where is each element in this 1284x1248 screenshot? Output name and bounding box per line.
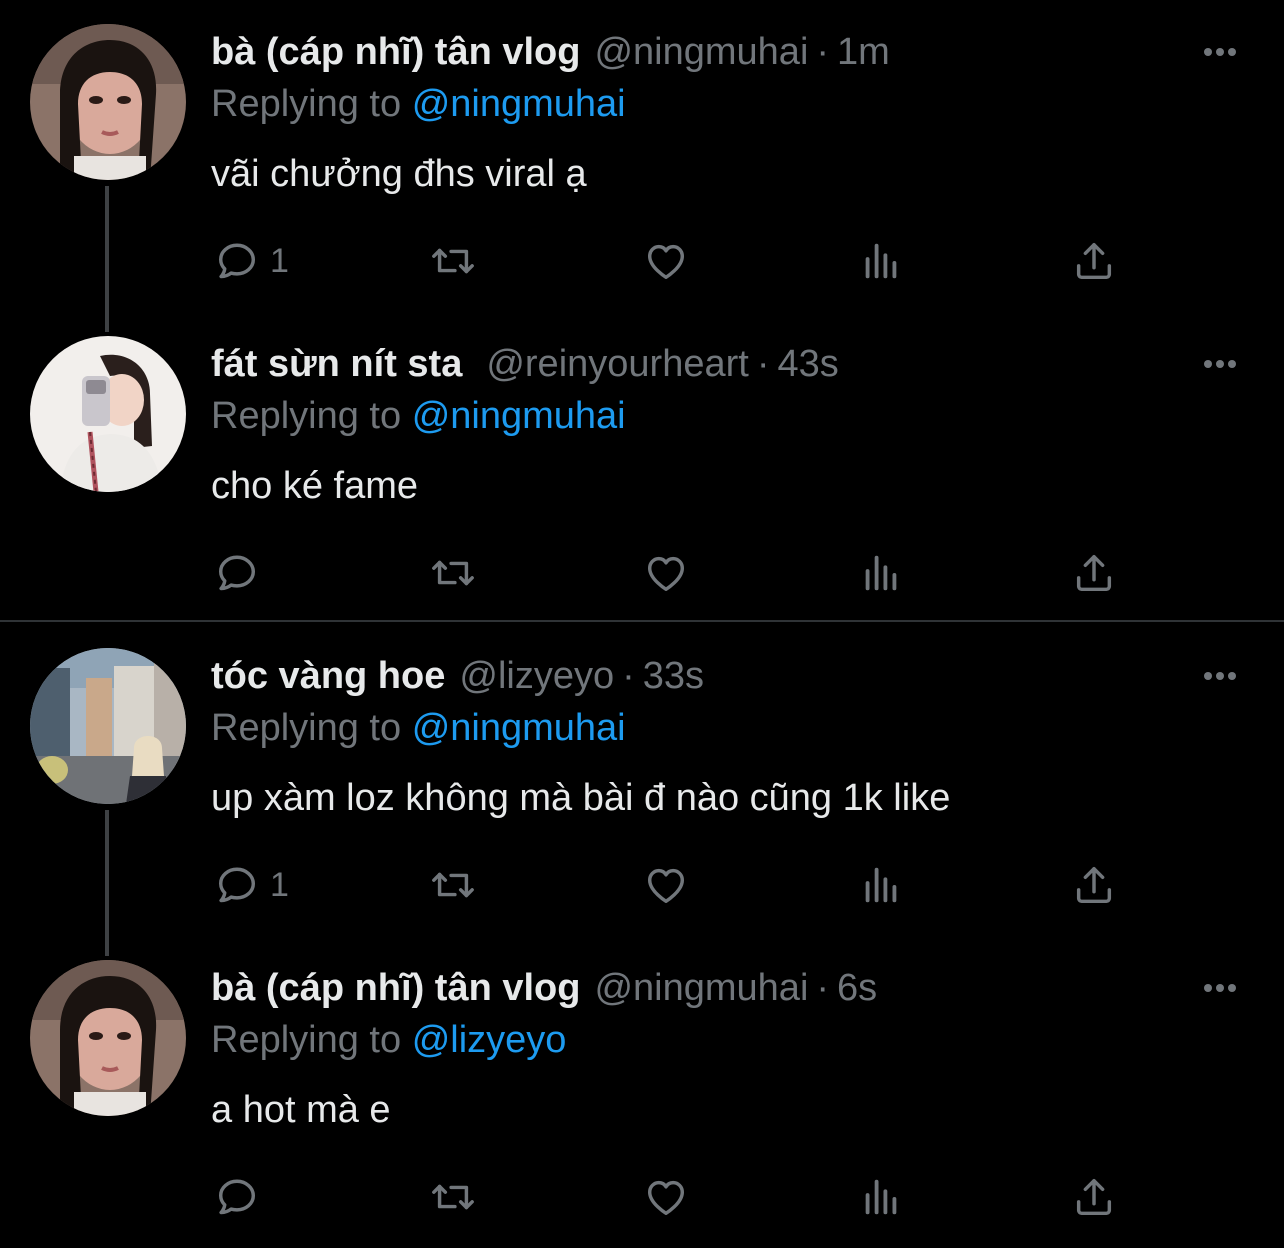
tweet-actions: 1 [0,857,1284,913]
replying-to: Replying to @ningmuhai [211,80,626,128]
share-icon [1071,1174,1117,1220]
replying-to-label: Replying to [211,707,402,749]
reply-button[interactable]: 1 [214,857,289,913]
heart-icon [641,862,691,908]
like-button[interactable] [641,233,691,289]
tweet[interactable]: fát sừn nít sta @reinyourheart · 43s Replyi… [0,312,1284,624]
reply-button[interactable] [214,1169,270,1225]
more-options-button[interactable] [1196,350,1244,378]
tweet-text: vãi chưởng đhs viral ạ [211,153,587,195]
analytics-icon [858,238,904,284]
like-button[interactable] [641,545,691,601]
avatar[interactable] [30,960,186,1116]
display-name[interactable]: tóc vàng hoe [211,655,445,697]
avatar[interactable] [30,648,186,804]
user-handle[interactable]: @lizyeyo [459,655,614,697]
reply-icon [214,238,260,284]
analytics-icon [858,550,904,596]
tweet-text: cho ké fame [211,465,418,507]
more-options-button[interactable] [1196,974,1244,1002]
timestamp[interactable]: 1m [837,31,890,73]
timestamp[interactable]: 43s [777,343,838,385]
retweet-button[interactable] [426,233,480,289]
replying-to-mention[interactable]: @ningmuhai [412,83,626,125]
tweet-text: up xàm loz không mà bài đ nào cũng 1k li… [211,777,951,819]
retweet-icon [426,1174,480,1220]
retweet-icon [426,862,480,908]
tweet[interactable]: tóc vàng hoe @lizyeyo · 33s Replying to @ni… [0,624,1284,936]
replying-to-label: Replying to [211,395,402,437]
reply-button[interactable] [214,545,270,601]
views-button[interactable] [858,857,904,913]
more-options-icon [1196,662,1244,690]
tweet-actions [0,545,1284,601]
views-button[interactable] [858,1169,904,1225]
more-options-button[interactable] [1196,38,1244,66]
retweet-button[interactable] [426,857,480,913]
more-options-icon [1196,38,1244,66]
retweet-button[interactable] [426,545,480,601]
reply-icon [214,862,260,908]
user-handle[interactable]: @ningmuhai [594,967,808,1009]
share-button[interactable] [1071,545,1117,601]
share-button[interactable] [1071,233,1117,289]
tweet-header: bà (cáp nhĩ) tân vlog @ningmuhai · 1m [211,28,890,76]
avatar[interactable] [30,24,186,180]
share-button[interactable] [1071,857,1117,913]
tweet-header: bà (cáp nhĩ) tân vlog @ningmuhai · 6s [211,964,877,1012]
like-button[interactable] [641,857,691,913]
separator: · [756,343,770,385]
reply-icon [214,1174,260,1220]
reply-icon [214,550,260,596]
share-button[interactable] [1071,1169,1117,1225]
analytics-icon [858,1174,904,1220]
tweet-text: a hot mà e [211,1089,391,1131]
more-options-icon [1196,974,1244,1002]
more-options-icon [1196,350,1244,378]
share-icon [1071,238,1117,284]
replying-to-label: Replying to [211,1019,402,1061]
display-name[interactable]: fát sừn nít sta [211,343,462,385]
replying-to-label: Replying to [211,83,402,125]
views-button[interactable] [858,545,904,601]
heart-icon [641,238,691,284]
tweet-actions [0,1169,1284,1225]
retweet-icon [426,238,480,284]
share-icon [1071,862,1117,908]
replying-to: Replying to @ningmuhai [211,704,626,752]
reply-count: 1 [270,242,289,280]
tweet-header: fát sừn nít sta @reinyourheart · 43s [211,340,839,388]
views-button[interactable] [858,233,904,289]
more-options-button[interactable] [1196,662,1244,690]
user-handle[interactable]: @reinyourheart [486,343,748,385]
reply-count: 1 [270,866,289,904]
replying-to-mention[interactable]: @lizyeyo [412,1019,567,1061]
reply-button[interactable]: 1 [214,233,289,289]
analytics-icon [858,862,904,908]
like-button[interactable] [641,1169,691,1225]
avatar[interactable] [30,336,186,492]
replying-to: Replying to @lizyeyo [211,1016,566,1064]
heart-icon [641,1174,691,1220]
replying-to: Replying to @ningmuhai [211,392,626,440]
retweet-icon [426,550,480,596]
replying-to-mention[interactable]: @ningmuhai [412,395,626,437]
tweet-header: tóc vàng hoe @lizyeyo · 33s [211,652,704,700]
separator: · [816,967,830,1009]
display-name[interactable]: bà (cáp nhĩ) tân vlog [211,967,580,1009]
timestamp[interactable]: 6s [837,967,877,1009]
user-handle[interactable]: @ningmuhai [594,31,808,73]
retweet-button[interactable] [426,1169,480,1225]
timestamp[interactable]: 33s [643,655,704,697]
tweet-actions: 1 [0,233,1284,289]
separator: · [622,655,635,697]
replying-to-mention[interactable]: @ningmuhai [412,707,626,749]
separator: · [816,31,830,73]
share-icon [1071,550,1117,596]
display-name[interactable]: bà (cáp nhĩ) tân vlog [211,31,580,73]
tweet[interactable]: bà (cáp nhĩ) tân vlog @ningmuhai · 6s Reply… [0,936,1284,1248]
heart-icon [641,550,691,596]
tweet[interactable]: bà (cáp nhĩ) tân vlog @ningmuhai · 1m Reply… [0,0,1284,312]
